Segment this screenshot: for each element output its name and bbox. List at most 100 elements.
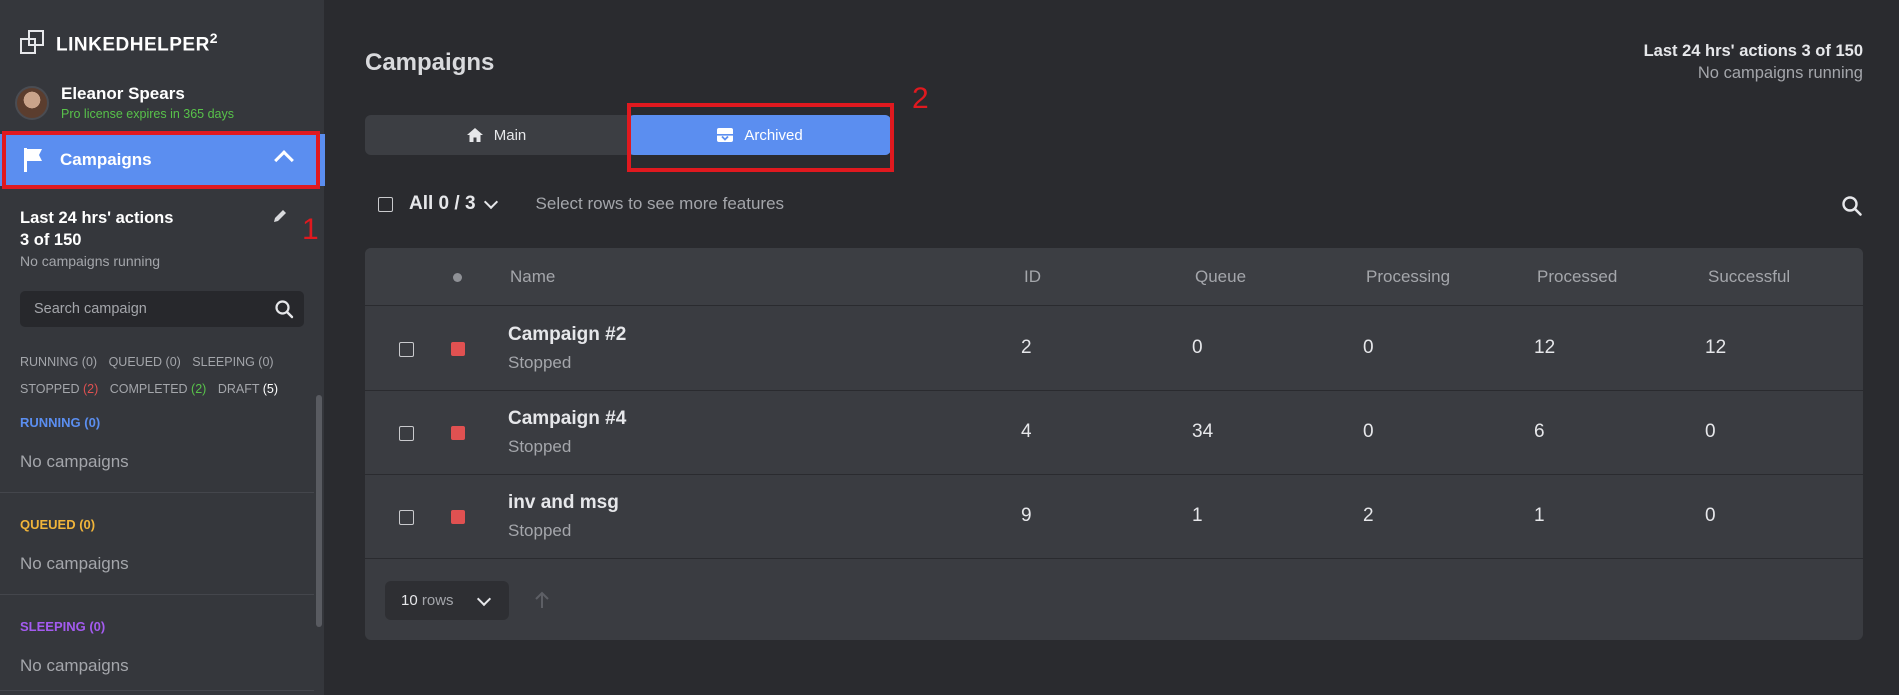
column-id[interactable]: ID xyxy=(1024,267,1041,287)
cell-processing: 0 xyxy=(1363,337,1374,358)
stats-count: 3 of 150 xyxy=(20,231,82,249)
divider xyxy=(0,492,314,493)
main-content: Campaigns Last 24 hrs' actions 3 of 150 … xyxy=(326,0,1899,695)
stats-label: Last 24 hrs' actions xyxy=(20,209,174,227)
row-checkbox[interactable] xyxy=(399,342,414,357)
group-empty-text: No campaigns xyxy=(20,554,129,573)
column-processed[interactable]: Processed xyxy=(1537,267,1617,287)
actions-stats: Last 24 hrs' actions 3 of 150 No campaig… xyxy=(20,207,173,269)
header-running-status: No campaigns running xyxy=(1697,64,1863,82)
filter-queued[interactable]: QUEUED (0) xyxy=(109,355,181,369)
avatar xyxy=(15,85,49,120)
status-stopped-icon xyxy=(451,426,465,440)
campaign-name[interactable]: Campaign #4 xyxy=(508,408,626,430)
group-queued: QUEUED (0) No campaigns xyxy=(0,517,314,595)
campaign-name[interactable]: inv and msg xyxy=(508,492,619,514)
filter-running[interactable]: RUNNING (0) xyxy=(20,355,97,369)
cell-successful: 0 xyxy=(1705,505,1716,526)
row-checkbox[interactable] xyxy=(399,510,414,525)
header-actions-count: Last 24 hrs' actions 3 of 150 xyxy=(1643,42,1863,60)
cell-successful: 0 xyxy=(1705,421,1716,442)
user-name: Eleanor Spears xyxy=(61,84,185,103)
tab-bar: Main Archived xyxy=(365,115,891,155)
status-dot-icon xyxy=(453,273,462,282)
row-checkbox[interactable] xyxy=(399,426,414,441)
table-header: Name ID Queue Processing Processed Succe… xyxy=(365,248,1863,306)
status-filters: RUNNING (0) QUEUED (0) SLEEPING (0) STOP… xyxy=(20,349,320,403)
home-icon xyxy=(466,128,483,142)
group-running: RUNNING (0) No campaigns xyxy=(0,415,314,493)
campaign-search[interactable] xyxy=(20,291,304,327)
sidebar-item-campaigns[interactable]: Campaigns xyxy=(0,134,325,186)
cell-id: 2 xyxy=(1021,337,1032,358)
group-empty-text: No campaigns xyxy=(20,656,129,675)
campaign-state: Stopped xyxy=(508,521,572,540)
arrow-up-icon[interactable] xyxy=(532,590,552,610)
filter-draft[interactable]: DRAFT (5) xyxy=(218,382,278,396)
header-stats: Last 24 hrs' actions 3 of 150 No campaig… xyxy=(1644,42,1863,83)
column-queue[interactable]: Queue xyxy=(1195,267,1246,287)
column-processing[interactable]: Processing xyxy=(1366,267,1450,287)
callout-number: 2 xyxy=(912,82,929,115)
chevron-down-icon xyxy=(476,591,492,607)
user-profile[interactable]: Eleanor Spears Pro license expires in 36… xyxy=(15,84,234,121)
brand[interactable]: LINKEDHELPER2 xyxy=(20,30,218,56)
status-stopped-icon xyxy=(451,510,465,524)
group-heading[interactable]: SLEEPING (0) xyxy=(20,619,314,634)
cell-id: 9 xyxy=(1021,505,1032,526)
selection-hint: Select rows to see more features xyxy=(535,194,785,213)
selection-dropdown[interactable]: All 0 / 3 xyxy=(409,193,498,215)
cell-id: 4 xyxy=(1021,421,1032,442)
cell-queue: 0 xyxy=(1192,337,1203,358)
tab-archived[interactable]: Archived xyxy=(628,115,891,155)
filter-completed[interactable]: COMPLETED (2) xyxy=(110,382,207,396)
group-heading[interactable]: QUEUED (0) xyxy=(20,517,314,532)
flag-icon xyxy=(22,148,44,172)
table-row[interactable]: Campaign #2 Stopped 2 0 0 12 12 xyxy=(365,307,1863,391)
cell-processed: 12 xyxy=(1534,337,1556,358)
chevron-down-icon xyxy=(483,194,498,210)
license-status: Pro license expires in 365 days xyxy=(61,107,235,121)
group-heading[interactable]: RUNNING (0) xyxy=(20,415,314,430)
campaigns-table: Name ID Queue Processing Processed Succe… xyxy=(365,248,1863,640)
table-toolbar: All 0 / 3 Select rows to see more featur… xyxy=(378,193,784,215)
campaign-name[interactable]: Campaign #2 xyxy=(508,324,626,346)
filter-sleeping[interactable]: SLEEPING (0) xyxy=(192,355,273,369)
search-icon[interactable] xyxy=(274,299,294,319)
rows-per-page-value: 10 xyxy=(401,592,418,609)
tab-label: Archived xyxy=(744,126,803,144)
search-input[interactable] xyxy=(34,301,264,317)
status-stopped-icon xyxy=(451,342,465,356)
archive-icon xyxy=(717,128,734,142)
tab-main[interactable]: Main xyxy=(365,115,627,155)
campaign-state: Stopped xyxy=(508,437,572,456)
cell-processed: 1 xyxy=(1534,505,1545,526)
divider xyxy=(0,690,314,691)
sidebar: LINKEDHELPER2 Eleanor Spears Pro license… xyxy=(0,0,325,695)
stats-sub: No campaigns running xyxy=(20,253,161,269)
cell-processing: 0 xyxy=(1363,421,1374,442)
table-row[interactable]: inv and msg Stopped 9 1 2 1 0 xyxy=(365,475,1863,559)
filter-stopped[interactable]: STOPPED (2) xyxy=(20,382,98,396)
tab-label: Main xyxy=(493,126,527,144)
cell-queue: 34 xyxy=(1192,421,1214,442)
rows-per-page-select[interactable]: 10 rows xyxy=(385,581,509,620)
brand-name: LINKEDHELPER2 xyxy=(56,30,219,56)
selection-count: All 0 / 3 xyxy=(409,193,476,214)
sidebar-scrollbar[interactable] xyxy=(316,395,322,627)
cell-queue: 1 xyxy=(1192,505,1203,526)
pencil-icon[interactable] xyxy=(272,208,288,224)
table-footer: 10 rows xyxy=(385,581,549,620)
group-sleeping: SLEEPING (0) No campaigns xyxy=(0,619,314,691)
cell-processed: 6 xyxy=(1534,421,1545,442)
group-empty-text: No campaigns xyxy=(20,452,129,471)
table-row[interactable]: Campaign #4 Stopped 4 34 0 6 0 xyxy=(365,391,1863,475)
rows-per-page-unit: rows xyxy=(421,592,454,609)
column-successful[interactable]: Successful xyxy=(1708,267,1790,287)
campaign-state: Stopped xyxy=(508,353,572,372)
callout-number: 1 xyxy=(302,213,319,246)
search-icon[interactable] xyxy=(1841,195,1863,217)
column-name[interactable]: Name xyxy=(510,267,555,287)
select-all-checkbox[interactable] xyxy=(378,196,393,212)
chevron-up-icon[interactable] xyxy=(274,150,294,170)
